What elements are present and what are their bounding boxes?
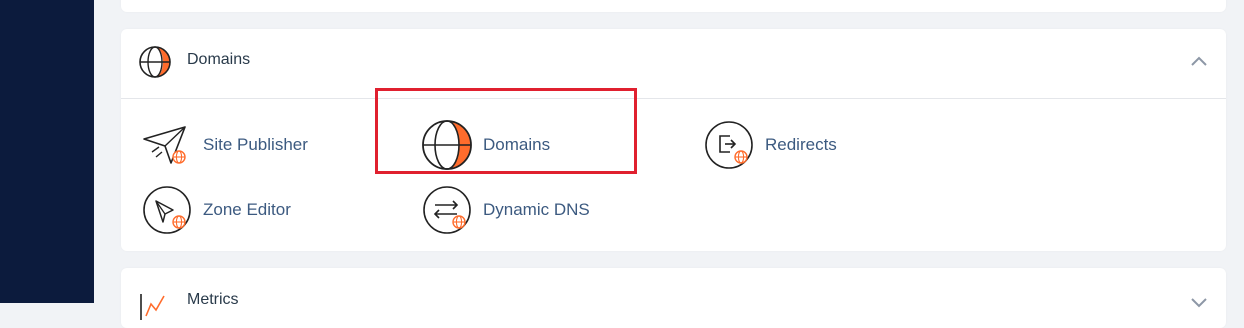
dynamic-dns-icon: [423, 186, 471, 234]
globe-icon: [139, 46, 171, 78]
chevron-up-icon[interactable]: [1190, 54, 1208, 68]
domains-section-header[interactable]: Domains: [121, 29, 1226, 99]
section-title: Metrics: [187, 291, 239, 308]
redirect-icon: [705, 121, 753, 169]
metrics-section: Metrics: [121, 268, 1226, 328]
domains-section: Domains Site Publisher Domains Redirects…: [121, 29, 1226, 251]
chevron-down-icon[interactable]: [1190, 295, 1208, 309]
dynamic-dns-label: Dynamic DNS: [483, 200, 590, 219]
previous-section-panel: [121, 0, 1226, 12]
highlight-box: [375, 88, 637, 174]
redirects-label: Redirects: [765, 135, 837, 154]
zone-editor-label: Zone Editor: [203, 200, 291, 219]
metrics-icon: [140, 294, 165, 320]
site-publisher-label: Site Publisher: [203, 135, 308, 154]
section-title: Domains: [187, 51, 251, 68]
paper-plane-icon: [143, 126, 186, 164]
left-sidebar: [0, 0, 94, 303]
zone-editor-icon: [143, 186, 191, 234]
